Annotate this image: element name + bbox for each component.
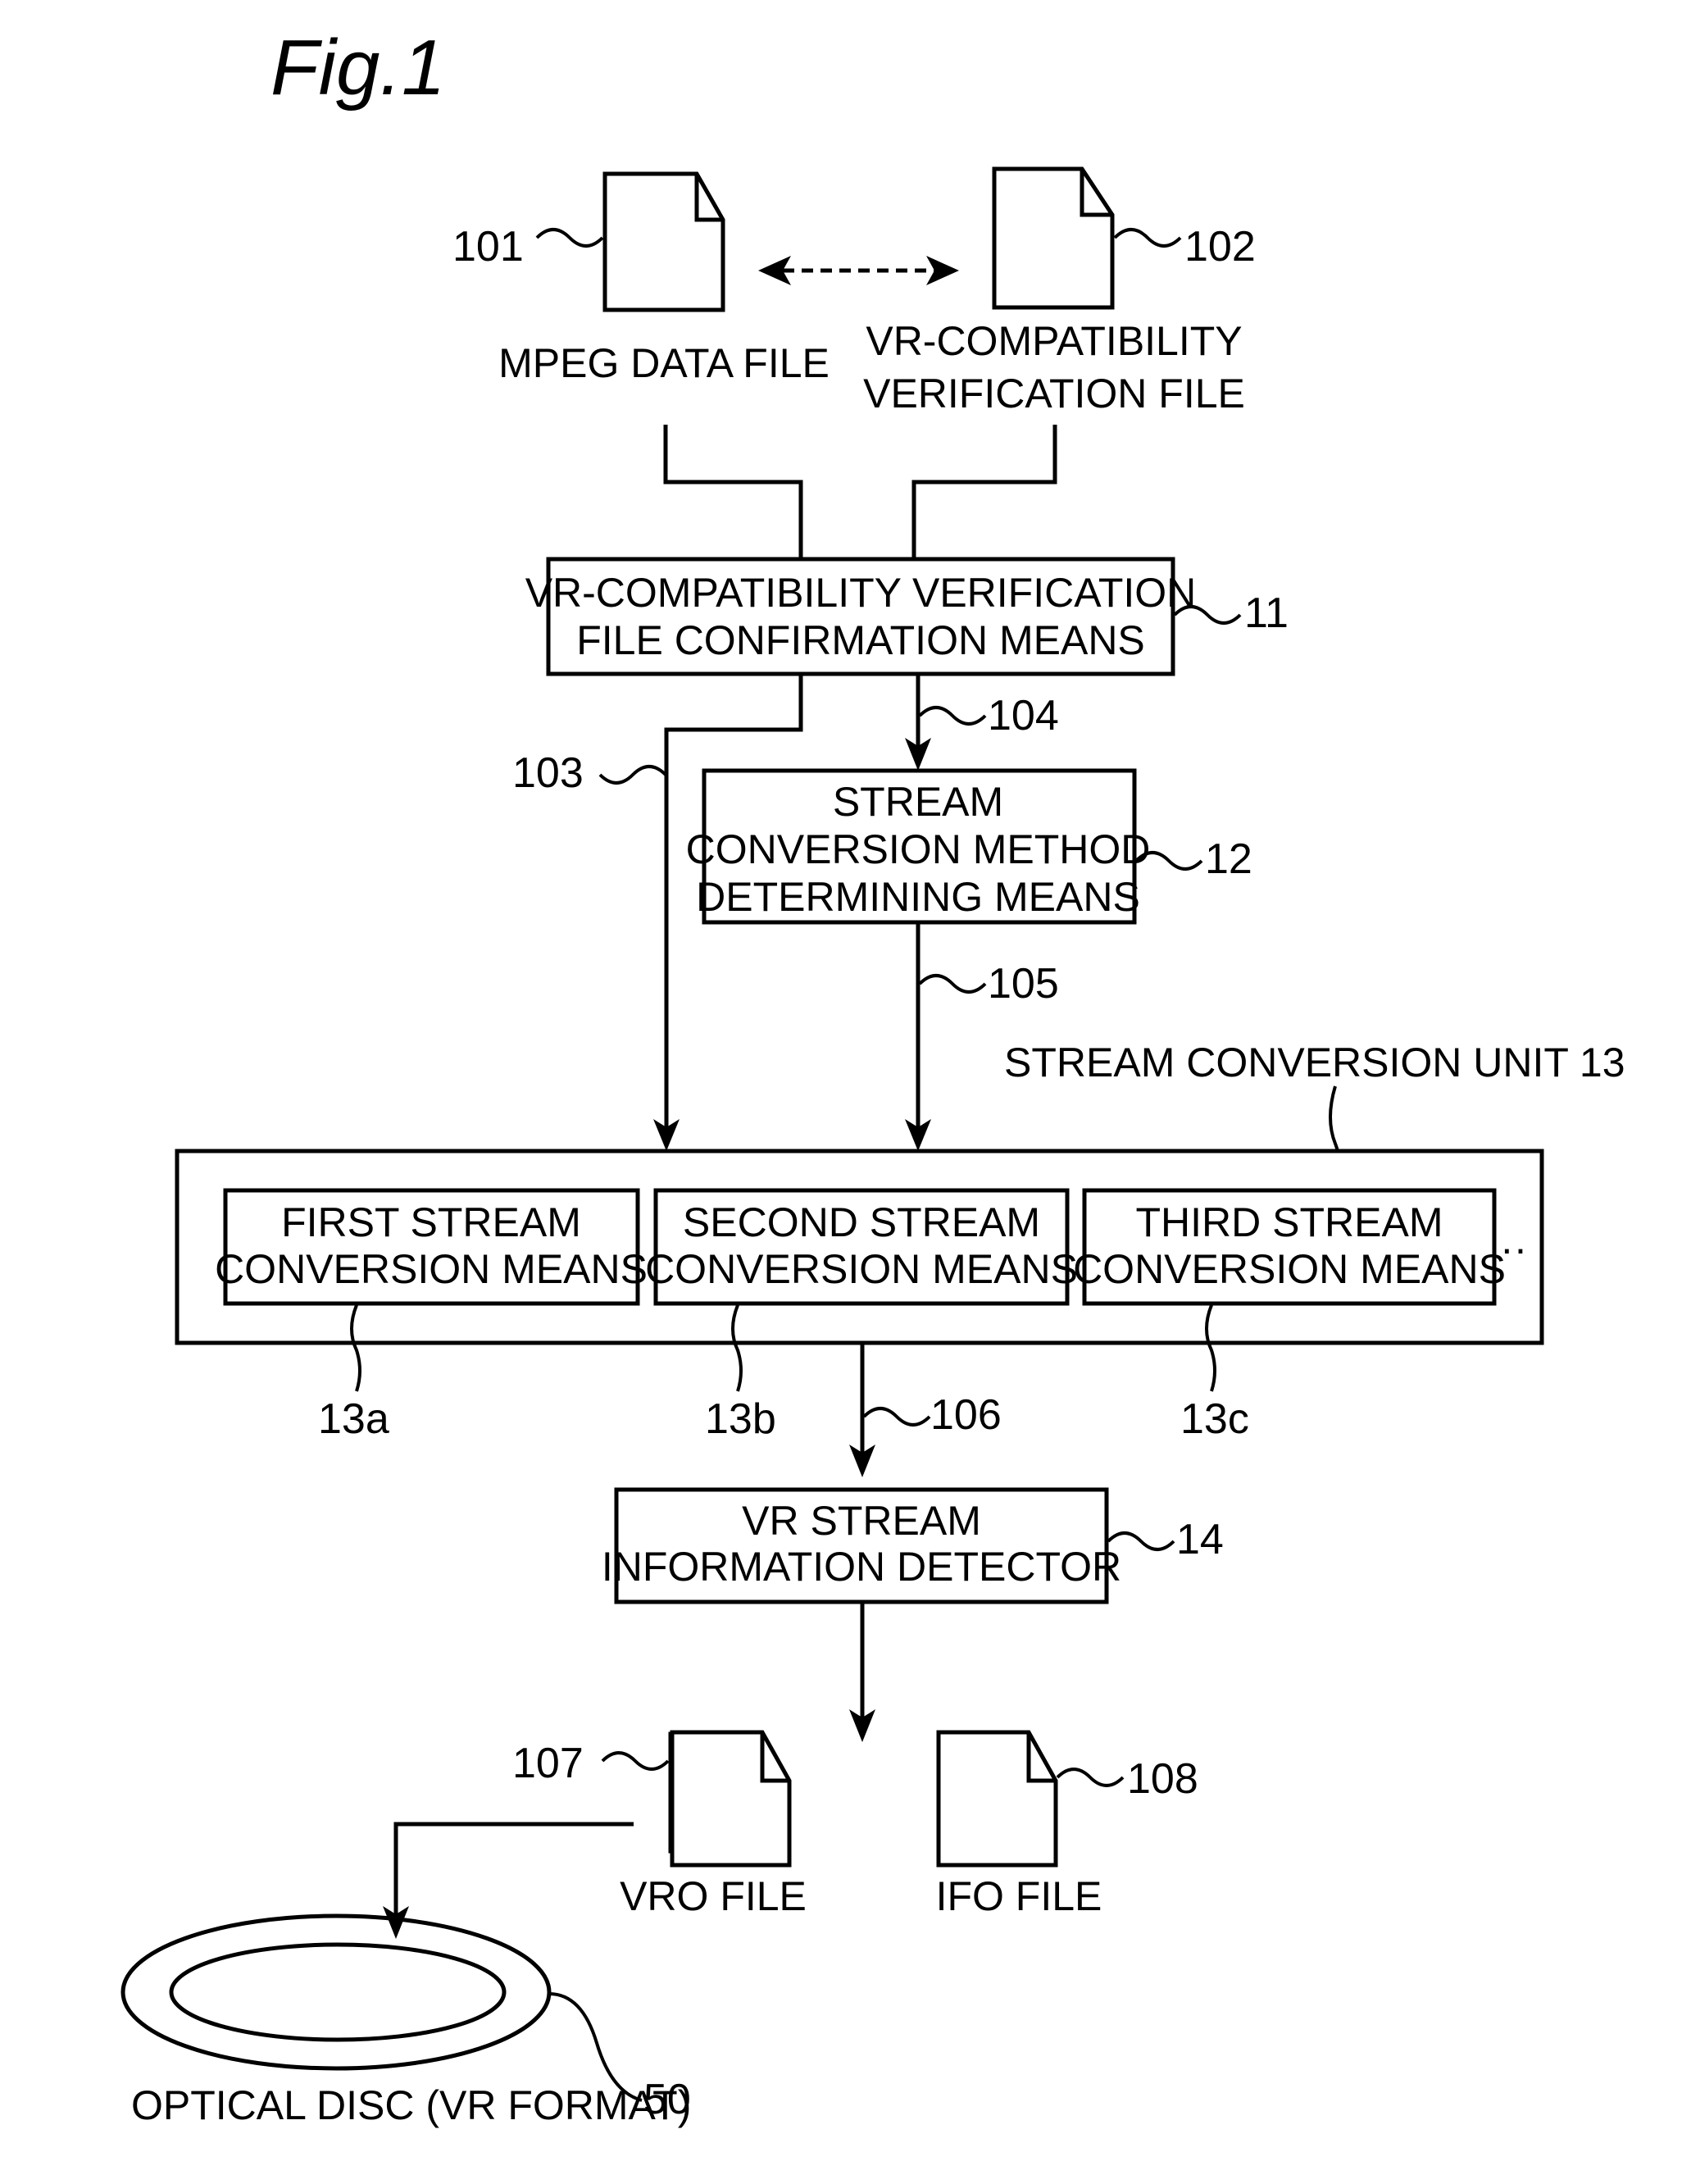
ref-13c: 13c (1180, 1395, 1249, 1443)
detector-line2: INFORMATION DETECTOR (602, 1544, 1121, 1590)
vr-verification-file-icon (992, 166, 1115, 310)
method-determining-line1: STREAM (833, 779, 1003, 825)
ref-13a: 13a (318, 1395, 389, 1443)
leader-102 (1113, 228, 1182, 248)
ifo-file-icon (936, 1730, 1058, 1868)
write-to-disc-line (393, 1822, 634, 1918)
leader-101 (535, 228, 604, 248)
first-stream-line1: FIRST STREAM (281, 1199, 581, 1245)
leader-105 (918, 974, 987, 994)
confirmation-means-line1: VR-COMPATIBILITY VERIFICATION (525, 570, 1197, 616)
third-stream-line2: CONVERSION MEANS (1073, 1246, 1506, 1292)
vro-file-label: VRO FILE (620, 1873, 807, 1919)
stream-conversion-unit-label: STREAM CONVERSION UNIT 13 (1004, 1040, 1625, 1085)
ref-105: 105 (988, 960, 1059, 1008)
method-determining-line2: CONVERSION METHOD (686, 826, 1151, 872)
leader-104 (918, 706, 987, 726)
leader-108 (1056, 1768, 1125, 1787)
confirmation-means-line2: FILE CONFIRMATION MEANS (576, 617, 1145, 663)
connector-mpeg-to-11 (663, 425, 803, 559)
first-stream-line2: CONVERSION MEANS (215, 1246, 648, 1292)
mpeg-data-file-icon (602, 171, 725, 312)
figure-title: Fig.1 (270, 24, 445, 111)
ref-108: 108 (1127, 1755, 1198, 1803)
vr-verification-file-label-line2: VERIFICATION FILE (863, 371, 1245, 416)
leader-106 (862, 1407, 931, 1426)
second-stream-line2: CONVERSION MEANS (645, 1246, 1078, 1292)
ref-12: 12 (1205, 835, 1252, 883)
patent-figure: Fig.1 101 MPEG DATA FILE 102 VR-COMPATIB… (120, 24, 1625, 2128)
vro-file-icon-shape (670, 1730, 792, 1868)
detector-line1: VR STREAM (742, 1498, 981, 1544)
ref-104: 104 (988, 692, 1059, 739)
ref-106: 106 (930, 1391, 1002, 1439)
optical-disc-label: OPTICAL DISC (VR FORMAT) (131, 2082, 691, 2128)
connector-verification-to-11 (911, 425, 1057, 559)
ifo-file-label: IFO FILE (936, 1873, 1102, 1919)
more-means-ellipsis: ·· (1500, 1226, 1527, 1272)
leader-103 (598, 765, 667, 785)
optical-disc-icon (120, 1913, 552, 2071)
ref-107: 107 (512, 1740, 584, 1787)
mpeg-data-file-label: MPEG DATA FILE (498, 340, 830, 386)
second-stream-line1: SECOND STREAM (683, 1199, 1040, 1245)
ref-102: 102 (1184, 223, 1256, 271)
ref-14: 14 (1176, 1516, 1224, 1563)
ref-13b: 13b (705, 1395, 776, 1443)
ref-103: 103 (512, 749, 584, 797)
method-determining-line3: DETERMINING MEANS (696, 874, 1140, 920)
ref-101: 101 (452, 223, 524, 271)
vr-verification-file-label-line1: VR-COMPATIBILITY (866, 318, 1242, 364)
association-arrow (758, 256, 959, 285)
third-stream-line1: THIRD STREAM (1136, 1199, 1443, 1245)
ref-11: 11 (1244, 589, 1289, 637)
leader-107 (601, 1751, 670, 1771)
